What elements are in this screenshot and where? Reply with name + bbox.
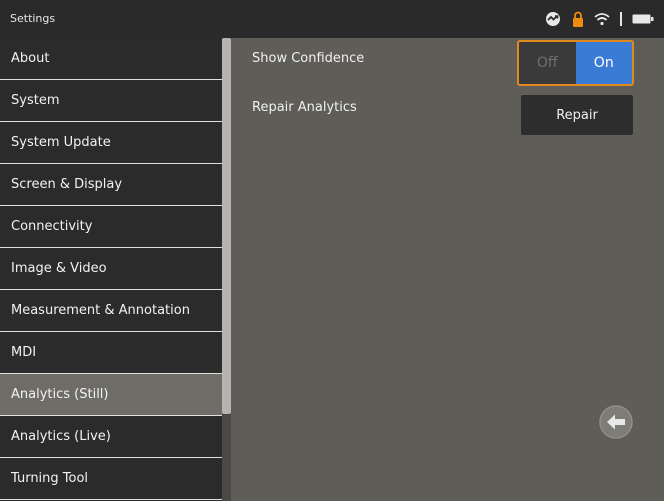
status-bar <box>544 9 654 29</box>
sidebar-item-label: About <box>11 51 50 66</box>
scrollbar-thumb[interactable] <box>222 38 231 414</box>
repair-button[interactable]: Repair <box>521 95 633 135</box>
toggle-on-option[interactable]: On <box>575 42 632 84</box>
sidebar-item-screen-display[interactable]: Screen & Display <box>0 164 222 206</box>
sidebar-item-label: System <box>11 93 60 108</box>
settings-sidebar: About System System Update Screen & Disp… <box>0 38 222 501</box>
title-bar: Settings <box>0 0 664 38</box>
sidebar-item-mdi[interactable]: MDI <box>0 332 222 374</box>
toggle-off-option[interactable]: Off <box>519 42 576 84</box>
sidebar-item-about[interactable]: About <box>0 38 222 80</box>
sync-icon <box>544 10 562 28</box>
back-button[interactable] <box>598 404 634 440</box>
battery-icon <box>632 13 654 25</box>
sidebar-item-label: Analytics (Live) <box>11 429 111 444</box>
show-confidence-toggle[interactable]: Off On <box>517 40 634 86</box>
sidebar-item-label: System Update <box>11 135 111 150</box>
sidebar-item-image-video[interactable]: Image & Video <box>0 248 222 290</box>
lock-icon <box>572 11 584 28</box>
sidebar-item-label: Analytics (Still) <box>11 387 109 402</box>
sidebar-scrollbar[interactable] <box>222 38 231 501</box>
sidebar-item-measurement-annotation[interactable]: Measurement & Annotation <box>0 290 222 332</box>
sidebar-item-label: Measurement & Annotation <box>11 303 190 318</box>
show-confidence-label: Show Confidence <box>252 51 365 66</box>
sidebar-item-label: Image & Video <box>11 261 107 276</box>
repair-analytics-label: Repair Analytics <box>252 100 357 115</box>
sidebar-item-turning-tool[interactable]: Turning Tool <box>0 458 222 500</box>
sidebar-item-analytics-live[interactable]: Analytics (Live) <box>0 416 222 458</box>
sidebar-item-label: Screen & Display <box>11 177 123 192</box>
window-title: Settings <box>10 12 56 25</box>
sidebar-item-label: Connectivity <box>11 219 93 234</box>
settings-content: Show Confidence Off On Repair Analytics … <box>231 38 664 501</box>
status-divider <box>620 12 622 26</box>
sidebar-item-analytics-still[interactable]: Analytics (Still) <box>0 374 222 416</box>
sidebar-item-label: Turning Tool <box>11 471 89 486</box>
sidebar-item-system[interactable]: System <box>0 80 222 122</box>
sidebar-item-connectivity[interactable]: Connectivity <box>0 206 222 248</box>
sidebar-item-label: MDI <box>11 345 37 360</box>
settings-screen: Settings About System System Update Scre… <box>0 0 664 501</box>
back-arrow-icon <box>599 405 633 439</box>
sidebar-item-system-update[interactable]: System Update <box>0 122 222 164</box>
wifi-icon <box>594 12 610 26</box>
